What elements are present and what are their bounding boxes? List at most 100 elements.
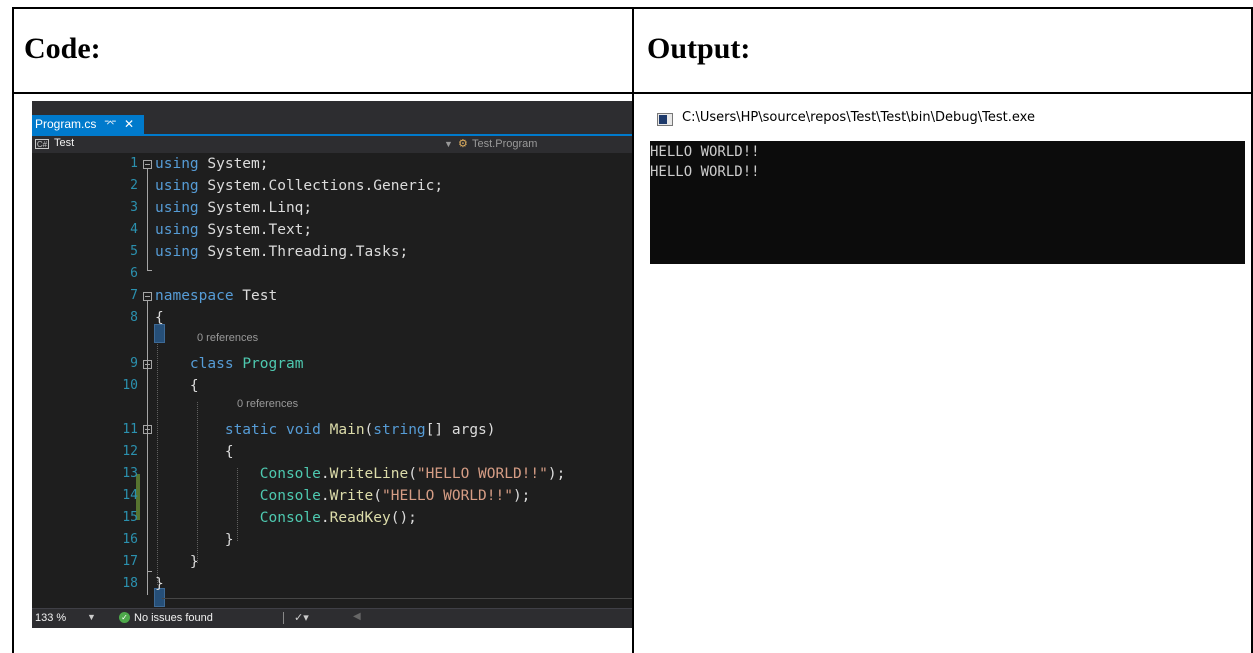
- code-heading: Code:: [24, 32, 101, 65]
- code-token: }: [155, 576, 164, 592]
- references-codelens[interactable]: 0 references: [197, 331, 258, 345]
- line-number: 7: [130, 288, 138, 303]
- code-line[interactable]: 4 using System.Text;: [32, 219, 632, 241]
- code-token: WriteLine: [329, 466, 409, 482]
- code-text: using System.Text;: [155, 219, 312, 241]
- line-number: 9: [130, 356, 138, 371]
- code-text: }: [155, 551, 199, 573]
- code-line[interactable]: 7 namespace Test: [32, 285, 632, 307]
- code-token: Console: [259, 488, 321, 504]
- code-text: {: [155, 441, 234, 463]
- code-editor-window: Program.cs ⌤ ✕ C# Test ▼ ⚙ Test.Program …: [32, 101, 632, 628]
- chevron-down-icon[interactable]: ▼: [444, 136, 454, 153]
- code-token: System.Threading.Tasks;: [198, 244, 409, 260]
- code-line[interactable]: 14 Console.Write("HELLO WORLD!!");: [32, 485, 632, 507]
- code-token: (: [364, 422, 374, 438]
- code-line[interactable]: 6: [32, 263, 632, 285]
- editor-status-bar: 133 % ▼ ✓ No issues found ✓▾ ◀: [32, 608, 632, 628]
- issues-status[interactable]: No issues found: [134, 612, 213, 624]
- zoom-level[interactable]: 133 %: [35, 612, 66, 624]
- console-window-icon: [657, 113, 673, 126]
- code-line[interactable]: 12 {: [32, 441, 632, 463]
- code-text: {: [155, 307, 164, 329]
- code-text: using System.Linq;: [155, 197, 312, 219]
- code-text: using System.Threading.Tasks;: [155, 241, 408, 263]
- project-dropdown[interactable]: Test: [54, 137, 74, 149]
- code-text: Console.WriteLine("HELLO WORLD!!");: [155, 463, 566, 485]
- references-codelens[interactable]: 0 references: [237, 397, 298, 411]
- code-line[interactable]: 5 using System.Threading.Tasks;: [32, 241, 632, 263]
- code-text: static void Main(string[] args): [155, 419, 496, 441]
- code-line[interactable]: 8{: [32, 307, 632, 329]
- code-token: Program: [242, 356, 304, 372]
- line-number: 3: [130, 200, 138, 215]
- line-number: 1: [130, 156, 138, 171]
- code-line[interactable]: 17 }: [32, 551, 632, 573]
- code-line[interactable]: 3 using System.Linq;: [32, 197, 632, 219]
- code-cleanup-icon[interactable]: ✓▾: [294, 611, 309, 624]
- code-text: Console.Write("HELLO WORLD!!");: [155, 485, 531, 507]
- console-line: HELLO WORLD!!: [650, 164, 760, 180]
- code-text: }: [155, 529, 234, 551]
- code-token: System;: [198, 156, 269, 172]
- code-line[interactable]: 9 class Program: [32, 353, 632, 375]
- code-token: using: [155, 200, 199, 216]
- code-token: static: [224, 422, 278, 438]
- code-area[interactable]: 1 using System; 2 using System.Collections.…: [32, 153, 632, 608]
- code-token: (: [408, 466, 417, 482]
- line-number: 16: [122, 532, 138, 547]
- code-token: using: [155, 156, 199, 172]
- line-number: 15: [122, 510, 138, 525]
- code-token: using: [155, 244, 199, 260]
- line-number: 14: [122, 488, 138, 503]
- code-token: [] args): [425, 422, 496, 438]
- status-divider: [283, 612, 284, 624]
- code-line[interactable]: 10 {: [32, 375, 632, 397]
- code-line[interactable]: 18}: [32, 573, 632, 595]
- code-token: Test: [233, 288, 278, 304]
- line-number: 18: [122, 576, 138, 591]
- class-dropdown[interactable]: Test.Program: [472, 138, 537, 150]
- code-text: using System;: [155, 153, 269, 175]
- code-token: System.Linq;: [198, 200, 313, 216]
- console-title-bar: C:\Users\HP\source\repos\Test\Test\bin\D…: [655, 108, 1245, 132]
- code-token: System.Text;: [198, 222, 313, 238]
- code-token: ();: [390, 510, 417, 526]
- code-token: .: [320, 488, 330, 504]
- csharp-project-icon: C#: [35, 139, 49, 149]
- code-line[interactable]: 2 using System.Collections.Generic;: [32, 175, 632, 197]
- code-line[interactable]: 1 using System;: [32, 153, 632, 175]
- chevron-down-icon[interactable]: ▼: [87, 612, 96, 622]
- code-token: class: [189, 356, 234, 372]
- code-line[interactable]: 13 Console.WriteLine("HELLO WORLD!!");: [32, 463, 632, 485]
- tab-program-cs[interactable]: Program.cs ⌤ ✕: [32, 115, 144, 134]
- code-line[interactable]: 11 static void Main(string[] args): [32, 419, 632, 441]
- line-number: 11: [122, 422, 138, 437]
- console-title: C:\Users\HP\source\repos\Test\Test\bin\D…: [682, 110, 1035, 125]
- line-number: 5: [130, 244, 138, 259]
- code-token: Console: [259, 466, 321, 482]
- table-border-left: [12, 7, 14, 653]
- code-line[interactable]: 16 }: [32, 529, 632, 551]
- code-line[interactable]: 15 Console.ReadKey();: [32, 507, 632, 529]
- line-number: 17: [122, 554, 138, 569]
- line-number: 10: [122, 378, 138, 393]
- console-line: HELLO WORLD!!: [650, 144, 760, 160]
- code-token: {: [155, 444, 234, 460]
- line-number: 4: [130, 222, 138, 237]
- check-circle-icon: ✓: [119, 612, 130, 623]
- code-token: );: [547, 466, 566, 482]
- code-token: Main: [329, 422, 365, 438]
- code-token: using: [155, 222, 199, 238]
- pin-icon[interactable]: ⌤: [104, 115, 117, 134]
- code-token: .: [320, 466, 330, 482]
- navigation-bar: C# Test ▼ ⚙ Test.Program: [32, 136, 632, 154]
- close-icon[interactable]: ✕: [124, 115, 134, 134]
- current-line-indicator: [162, 598, 632, 599]
- scroll-left-icon[interactable]: ◀: [353, 611, 361, 622]
